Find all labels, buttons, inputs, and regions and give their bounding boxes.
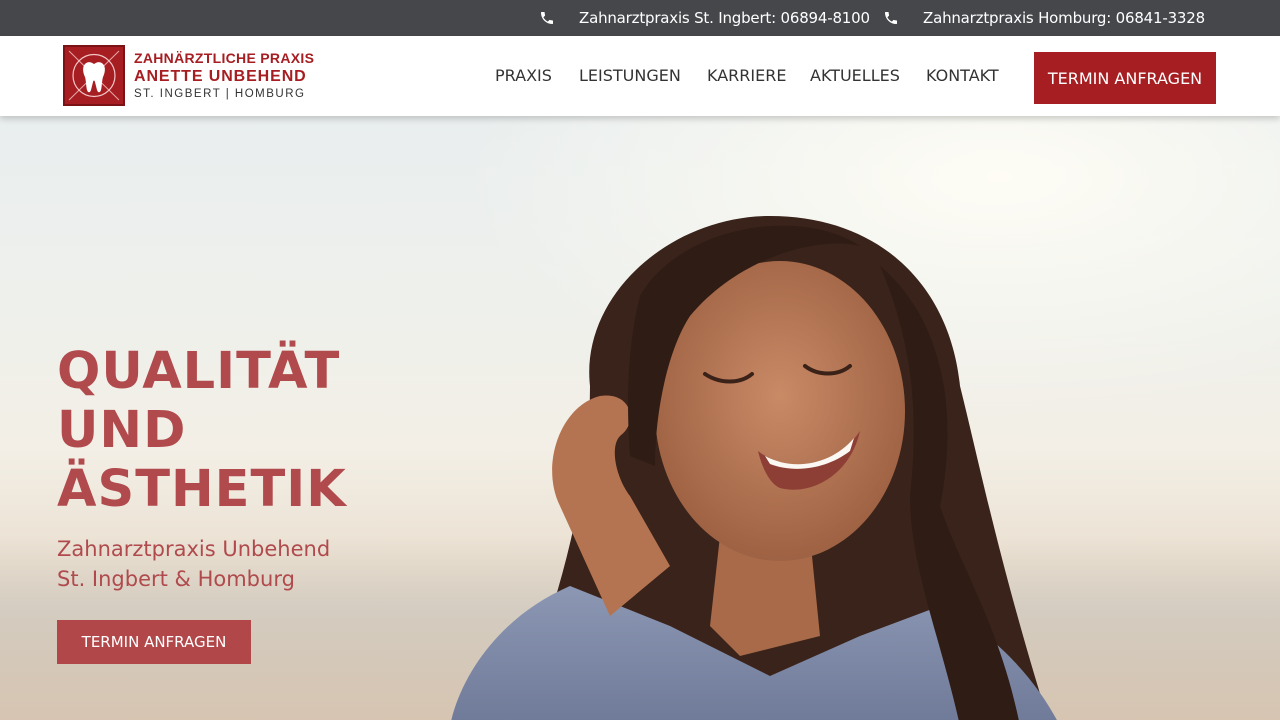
- hero-headline-line: ÄSTHETIK: [57, 460, 347, 519]
- nav-item-karriere[interactable]: KARRIERE: [707, 66, 786, 85]
- site-header: ZAHNÄRZTLICHE PRAXIS ANETTE UNBEHEND ST.…: [0, 36, 1280, 116]
- nav-item-kontakt[interactable]: KONTAKT: [926, 66, 999, 85]
- termin-anfragen-hero-button[interactable]: TERMIN ANFRAGEN: [57, 620, 251, 664]
- tooth-icon: [63, 45, 125, 106]
- logo-line-3: ST. INGBERT | HOMBURG: [134, 87, 306, 100]
- hero-headline-line: QUALITÄT: [57, 342, 341, 401]
- phone-label: Zahnarztpraxis Homburg: 06841-3328: [923, 9, 1205, 27]
- termin-anfragen-header-button[interactable]: TERMIN ANFRAGEN: [1034, 52, 1216, 104]
- hero-subline-line: St. Ingbert & Homburg: [57, 567, 295, 591]
- phone-link-st-ingbert[interactable]: Zahnarztpraxis St. Ingbert: 06894-8100: [539, 0, 870, 36]
- hero-headline: QUALITÄT UND ÄSTHETIK: [57, 342, 347, 519]
- hero-subline: Zahnarztpraxis Unbehend St. Ingbert & Ho…: [57, 534, 330, 594]
- hero-photo-woman-smiling: [451, 216, 1057, 720]
- phone-icon: [541, 12, 553, 24]
- nav-item-leistungen[interactable]: LEISTUNGEN: [579, 66, 681, 85]
- logo-line-1: ZAHNÄRZTLICHE PRAXIS: [134, 49, 315, 66]
- nav-item-praxis[interactable]: PRAXIS: [495, 66, 552, 85]
- logo[interactable]: ZAHNÄRZTLICHE PRAXIS ANETTE UNBEHEND ST.…: [63, 45, 314, 106]
- nav-item-aktuelles[interactable]: AKTUELLES: [810, 66, 900, 85]
- hero-headline-line: UND: [57, 401, 187, 460]
- phone-label: Zahnarztpraxis St. Ingbert: 06894-8100: [579, 9, 870, 27]
- hero-section: QUALITÄT UND ÄSTHETIK Zahnarztpraxis Unb…: [0, 116, 1280, 720]
- topbar: Zahnarztpraxis St. Ingbert: 06894-8100 Z…: [0, 0, 1280, 36]
- phone-link-homburg[interactable]: Zahnarztpraxis Homburg: 06841-3328: [883, 0, 1205, 36]
- logo-line-2: ANETTE UNBEHEND: [134, 67, 307, 85]
- hero-subline-line: Zahnarztpraxis Unbehend: [57, 537, 331, 561]
- phone-icon: [885, 12, 897, 24]
